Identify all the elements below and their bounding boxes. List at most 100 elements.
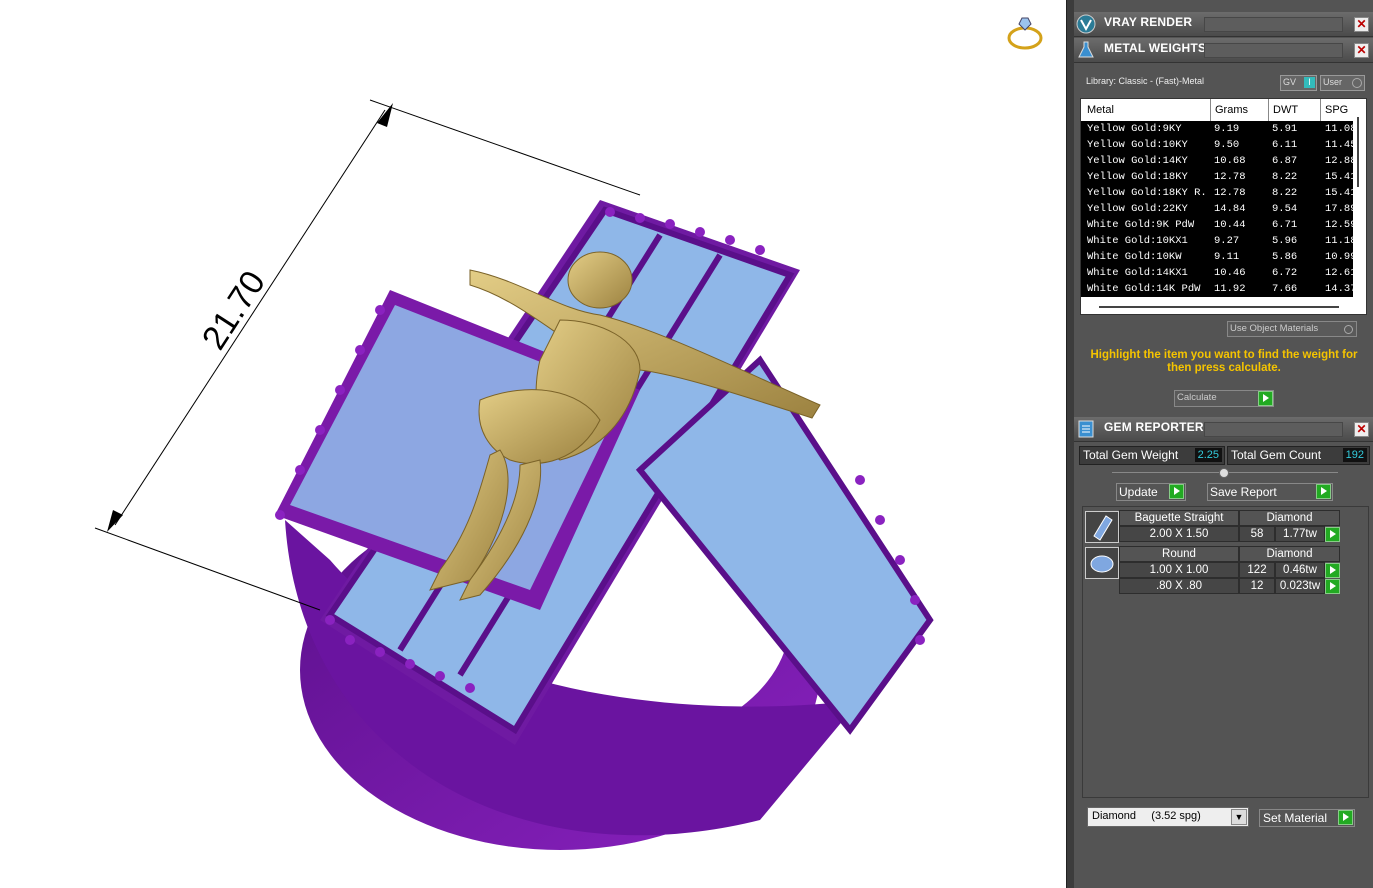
cell-grams: 11.92 bbox=[1214, 283, 1246, 295]
gem-reporter-title: GEM REPORTER bbox=[1104, 420, 1204, 434]
gem-weight: 0.023tw bbox=[1275, 578, 1325, 594]
horizontal-scrollbar[interactable] bbox=[1081, 299, 1366, 314]
play-icon[interactable] bbox=[1325, 563, 1340, 578]
table-header: Metal Grams DWT SPG bbox=[1081, 99, 1353, 121]
gem-count: 122 bbox=[1239, 562, 1275, 578]
chevron-down-icon: ▼ bbox=[1231, 809, 1247, 825]
table-row[interactable]: Yellow Gold:10KY 9.50 6.11 11.45 bbox=[1081, 137, 1353, 153]
metal-weights-header[interactable]: METAL WEIGHTS ✕ bbox=[1074, 38, 1373, 63]
cell-grams: 9.27 bbox=[1214, 235, 1240, 247]
cell-grams: 12.78 bbox=[1214, 187, 1246, 199]
cell-dwt: 8.22 bbox=[1272, 187, 1298, 199]
gem-splitter-slider[interactable] bbox=[1112, 468, 1338, 478]
baguette-gem-icon[interactable] bbox=[1085, 511, 1119, 543]
calculate-button[interactable]: Calculate bbox=[1174, 390, 1274, 407]
close-icon[interactable]: ✕ bbox=[1354, 17, 1369, 32]
play-icon bbox=[1169, 484, 1184, 499]
material-select-value: Diamond (3.52 spg) bbox=[1092, 810, 1201, 822]
cell-spg: 12.88 bbox=[1325, 155, 1353, 167]
total-gem-count-label: Total Gem Count bbox=[1231, 448, 1322, 462]
header-bar bbox=[1204, 43, 1343, 58]
col-grams[interactable]: Grams bbox=[1215, 104, 1248, 116]
col-spg[interactable]: SPG bbox=[1325, 104, 1348, 116]
gem-material: Diamond bbox=[1239, 510, 1340, 526]
cell-dwt: 6.87 bbox=[1272, 155, 1298, 167]
header-bar bbox=[1204, 17, 1343, 32]
header-bar bbox=[1204, 422, 1343, 437]
cell-metal: White Gold:10KW bbox=[1087, 251, 1182, 263]
cell-spg: 17.89 bbox=[1325, 203, 1353, 215]
gem-shape: Round bbox=[1119, 546, 1239, 562]
cell-metal: Yellow Gold:18KY R... bbox=[1087, 187, 1209, 199]
cell-spg: 11.08 bbox=[1325, 123, 1353, 135]
gem-weight: 1.77tw bbox=[1275, 526, 1325, 542]
gem-count: 58 bbox=[1239, 526, 1275, 542]
table-body: Yellow Gold:9KY9.195.9111.08Yellow Gold:… bbox=[1081, 121, 1353, 297]
table-row[interactable]: White Gold:10KW 9.11 5.86 10.99 bbox=[1081, 249, 1353, 265]
total-gem-weight-label: Total Gem Weight bbox=[1083, 448, 1179, 462]
update-label: Update bbox=[1119, 485, 1158, 499]
play-icon[interactable] bbox=[1325, 579, 1340, 594]
col-metal[interactable]: Metal bbox=[1087, 104, 1114, 116]
cell-metal: White Gold:9K PdW bbox=[1087, 219, 1195, 231]
table-row[interactable]: White Gold:14K PdW 11.92 7.66 14.37 bbox=[1081, 281, 1353, 297]
cell-spg: 15.41 bbox=[1325, 171, 1353, 183]
cell-metal: White Gold:10KX1 bbox=[1087, 235, 1188, 247]
close-icon[interactable]: ✕ bbox=[1354, 43, 1369, 58]
cell-spg: 10.99 bbox=[1325, 251, 1353, 263]
cell-grams: 14.84 bbox=[1214, 203, 1246, 215]
gv-toggle[interactable]: GV I bbox=[1280, 75, 1317, 91]
table-row[interactable]: Yellow Gold:18KY R... 12.78 8.22 15.41 bbox=[1081, 185, 1353, 201]
vertical-scrollbar[interactable] bbox=[1353, 99, 1366, 299]
metal-weights-table[interactable]: Metal Grams DWT SPG Yellow Gold:9KY 9.19 5… bbox=[1080, 98, 1367, 315]
total-gem-weight-value: 2.25 bbox=[1194, 448, 1222, 462]
vray-render-header[interactable]: VRAY RENDER ✕ bbox=[1074, 12, 1373, 37]
ring-icon[interactable] bbox=[1007, 17, 1043, 50]
table-row[interactable]: White Gold:14KX1 10.46 6.72 12.61 bbox=[1081, 265, 1353, 281]
cell-spg: 11.45 bbox=[1325, 139, 1353, 151]
ring-model: 21.70 bbox=[94, 17, 1043, 850]
close-icon[interactable]: ✕ bbox=[1354, 422, 1369, 437]
cell-grams: 12.78 bbox=[1214, 171, 1246, 183]
table-row[interactable]: White Gold:9K PdW 10.44 6.71 12.59 bbox=[1081, 217, 1353, 233]
radio-icon bbox=[1344, 325, 1353, 334]
update-button[interactable]: Update bbox=[1116, 483, 1186, 501]
metal-weights-title: METAL WEIGHTS bbox=[1104, 41, 1207, 55]
cell-spg: 11.18 bbox=[1325, 235, 1353, 247]
play-icon bbox=[1338, 810, 1353, 825]
gem-reporter-header[interactable]: GEM REPORTER ✕ bbox=[1074, 417, 1373, 442]
radio-icon bbox=[1352, 78, 1362, 88]
table-row[interactable]: Yellow Gold:14KY 10.68 6.87 12.88 bbox=[1081, 153, 1353, 169]
total-gem-count-value: 192 bbox=[1342, 448, 1367, 462]
cell-dwt: 6.71 bbox=[1272, 219, 1298, 231]
table-row[interactable]: Yellow Gold:22KY 14.84 9.54 17.89 bbox=[1081, 201, 1353, 217]
table-row[interactable]: Yellow Gold:9KY 9.19 5.91 11.08 bbox=[1081, 121, 1353, 137]
cell-metal: Yellow Gold:9KY bbox=[1087, 123, 1182, 135]
cell-grams: 10.68 bbox=[1214, 155, 1246, 167]
use-object-materials-toggle[interactable]: Use Object Materials bbox=[1227, 321, 1357, 337]
gem-material: Diamond bbox=[1239, 546, 1340, 562]
set-material-label: Set Material bbox=[1263, 811, 1328, 825]
gem-list[interactable]: Baguette Straight Diamond 2.00 X 1.50 58… bbox=[1082, 506, 1369, 798]
table-row[interactable]: White Gold:10KX1 9.27 5.96 11.18 bbox=[1081, 233, 1353, 249]
cell-spg: 12.59 bbox=[1325, 219, 1353, 231]
table-row[interactable]: Yellow Gold:18KY 12.78 8.22 15.41 bbox=[1081, 169, 1353, 185]
gem-count: 12 bbox=[1239, 578, 1275, 594]
cell-grams: 10.44 bbox=[1214, 219, 1246, 231]
save-report-button[interactable]: Save Report bbox=[1207, 483, 1333, 501]
cell-grams: 10.46 bbox=[1214, 267, 1246, 279]
cell-spg: 14.37 bbox=[1325, 283, 1353, 295]
flask-icon bbox=[1078, 41, 1094, 58]
set-material-button[interactable]: Set Material bbox=[1259, 809, 1355, 827]
col-dwt[interactable]: DWT bbox=[1273, 104, 1298, 116]
library-label: Library: Classic - (Fast)-Metal bbox=[1086, 76, 1205, 86]
gem-size: 2.00 X 1.50 bbox=[1119, 526, 1239, 542]
round-gem-icon[interactable] bbox=[1085, 547, 1119, 579]
gem-shape: Baguette Straight bbox=[1119, 510, 1239, 526]
play-icon[interactable] bbox=[1325, 527, 1340, 542]
3d-viewport[interactable]: 21.70 bbox=[0, 0, 1066, 888]
cell-dwt: 5.86 bbox=[1272, 251, 1298, 263]
material-select[interactable]: Diamond (3.52 spg) ▼ bbox=[1087, 807, 1249, 827]
user-toggle[interactable]: User bbox=[1320, 75, 1365, 91]
report-icon bbox=[1078, 420, 1094, 438]
